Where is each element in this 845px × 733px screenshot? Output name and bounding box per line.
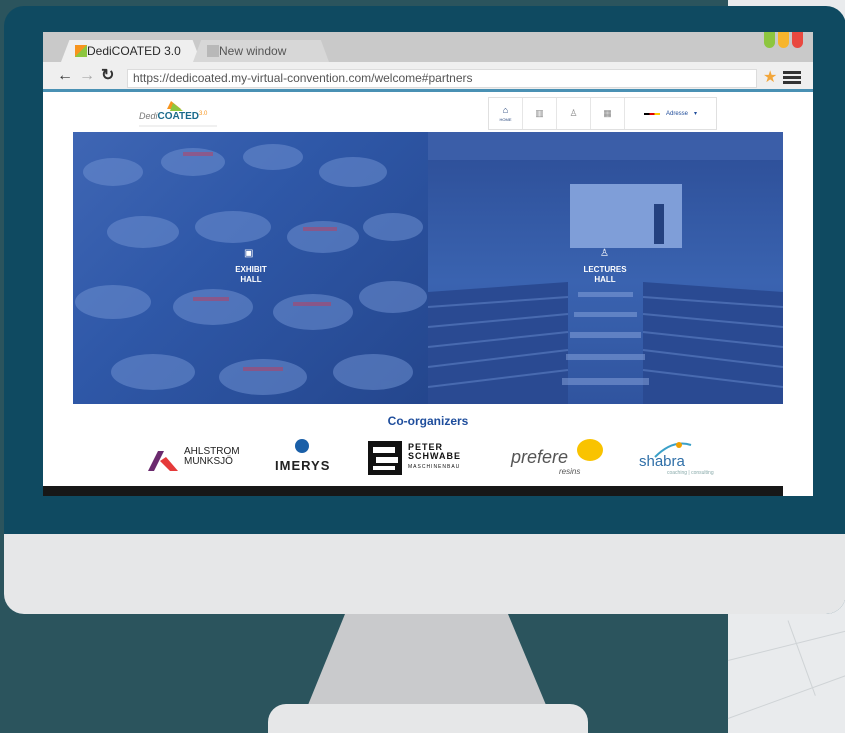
partner-name: shabra [639,453,685,470]
partner-subname: MUNKSJÖ [184,456,233,467]
maximize-button[interactable] [778,32,789,48]
partner-logo-ahlstrom[interactable]: AHLSTROM MUNKSJÖ [148,439,258,479]
home-icon: ⌂ [502,105,509,115]
ahlstrom-logo-icon [148,451,178,471]
flag-icon [643,112,660,115]
language-select[interactable]: Adresse ▾ [625,98,716,129]
tab-bar: DediCOATED 3.0 New window [43,32,813,62]
bookmark-star-icon[interactable]: ★ [763,67,777,87]
partner-subname: SCHWABE [408,451,462,461]
url-field[interactable]: https://dedicoated.my-virtual-convention… [127,69,757,88]
exhibit-hall-panel[interactable]: ▣ EXHIBIT HALL [73,132,428,404]
nav-home[interactable]: ⌂ HOME [489,98,523,129]
reload-icon[interactable]: ↻ [101,68,114,84]
language-label: Adresse [665,110,688,117]
co-organizers-title: Co-organizers [387,414,469,428]
monitor-stand-base [268,704,588,733]
close-button[interactable] [792,32,803,48]
nav-booth[interactable]: ▦ [591,98,625,129]
lectures-hall-panel[interactable]: ♙ LECTURES HALL [428,132,783,404]
monitor-chin [4,534,845,614]
browser-window: DediCOATED 3.0 New window ← → ↻ https://… [43,32,813,496]
booth-icon: ▦ [603,108,612,118]
prefere-logo-icon [577,439,603,461]
exhibit-icon: ▥ [535,108,544,118]
speaker-icon: ♙ [600,248,609,259]
speaker-icon: ♙ [569,108,578,118]
partner-logo-prefere[interactable]: prefere resins [511,439,611,479]
tab-dedicoated[interactable]: DediCOATED 3.0 [61,40,201,62]
partner-name: prefere [511,447,569,467]
logo-wordmark: DediCOATED3.0 [139,111,208,122]
favicon-icon [75,45,87,57]
partner-name: IMERYS [275,458,331,473]
partner-tag: MASCHINENBAU [408,464,461,470]
nav-exhibit[interactable]: ▥ [523,98,557,129]
tab-new-window[interactable]: New window [193,40,329,62]
box-icon: ▣ [244,248,254,259]
tab-label: DediCOATED 3.0 [87,44,181,58]
partner-logo-imerys[interactable]: IMERYS [271,439,341,479]
partner-subname: resins [559,467,581,476]
partner-logo-schwabe[interactable]: PETER SCHWABE MASCHINENBAU [368,439,493,479]
co-organizers-section: Co-organizers AHLSTROM MUNKSJÖ IMERYS PE… [73,404,783,486]
forward-arrow-icon[interactable]: → [79,68,95,84]
footer-bar [43,486,783,496]
partner-logo-shabra[interactable]: shabra coaching | consulting [639,439,749,479]
address-bar: ← → ↻ https://dedicoated.my-virtual-conv… [43,62,813,92]
nav-speaker[interactable]: ♙ [557,98,591,129]
imerys-logo-icon [295,439,309,453]
menu-icon[interactable] [783,71,801,86]
schwabe-logo-icon [368,441,402,475]
site-header: DediCOATED3.0 ⌂ HOME ▥ ♙ ▦ Adresse ▾ [73,95,783,132]
window-controls [764,32,803,48]
blank-page-icon [207,45,219,57]
webpage: DediCOATED3.0 ⌂ HOME ▥ ♙ ▦ Adresse ▾ ▣ E… [43,95,813,496]
back-arrow-icon[interactable]: ← [57,68,73,84]
tab-label: New window [219,44,287,58]
minimize-button[interactable] [764,32,775,48]
lectures-hall-label: LECTURES HALL [583,265,627,284]
chevron-down-icon: ▾ [694,111,698,117]
site-nav: ⌂ HOME ▥ ♙ ▦ Adresse ▾ [488,97,717,130]
partner-subname: coaching | consulting [667,470,714,476]
hero-section: ▣ EXHIBIT HALL ♙ LECTURES HALL [73,132,783,404]
exhibit-hall-label: EXHIBIT HALL [235,265,267,284]
